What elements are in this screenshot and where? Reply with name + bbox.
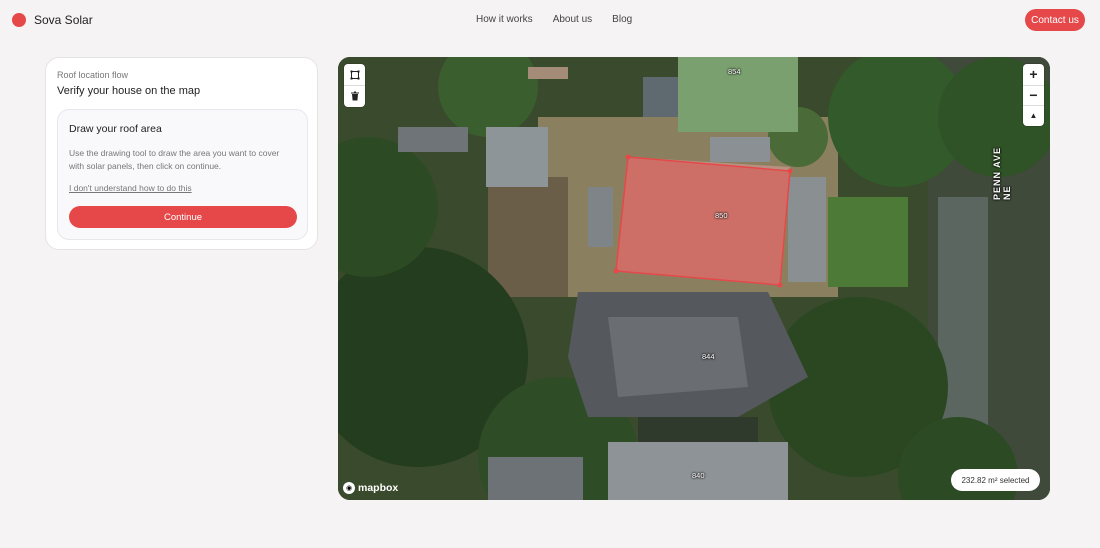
- street-label: PENN AVE NE: [992, 146, 1012, 200]
- instruction-card: Draw your roof area Use the drawing tool…: [57, 109, 308, 240]
- zoom-out-button[interactable]: −: [1023, 84, 1044, 106]
- nav-blog[interactable]: Blog: [612, 14, 632, 25]
- selected-area-badge: 232.82 m² selected: [951, 469, 1040, 491]
- nav-about-us[interactable]: About us: [553, 14, 592, 25]
- card-description: Use the drawing tool to draw the area yo…: [69, 148, 280, 171]
- compass-icon[interactable]: ▲: [1023, 105, 1044, 126]
- flow-label: Roof location flow: [57, 70, 129, 80]
- roof-location-panel: Roof location flow Verify your house on …: [45, 57, 318, 250]
- continue-button[interactable]: Continue: [69, 206, 297, 228]
- brand-name: Sova Solar: [34, 13, 93, 27]
- draw-polygon-icon[interactable]: [344, 64, 365, 85]
- zoom-controls: + − ▲: [1023, 64, 1044, 126]
- house-number-label: 844: [702, 352, 715, 361]
- contact-button[interactable]: Contact us: [1025, 9, 1085, 31]
- house-number-label: 840: [692, 471, 705, 480]
- zoom-in-button[interactable]: +: [1023, 64, 1044, 85]
- house-number-label: 850: [715, 211, 728, 220]
- card-title: Draw your roof area: [69, 123, 162, 135]
- brand-logo[interactable]: Sova Solar: [12, 13, 93, 27]
- main-nav: How it works About us Blog: [476, 14, 632, 25]
- satellite-imagery: [338, 57, 1050, 500]
- help-link[interactable]: I don't understand how to do this: [69, 183, 192, 193]
- top-navbar: Sova Solar How it works About us Blog Co…: [0, 0, 1100, 40]
- nav-how-it-works[interactable]: How it works: [476, 14, 533, 25]
- trash-icon[interactable]: [344, 85, 365, 106]
- mapbox-attribution[interactable]: ◉ mapbox: [343, 482, 398, 494]
- brand-dot-icon: [12, 13, 26, 27]
- mapbox-wordmark: mapbox: [358, 482, 399, 494]
- drawing-toolbar: [344, 64, 365, 107]
- page-title: Verify your house on the map: [57, 85, 201, 97]
- house-number-label: 854: [728, 67, 741, 76]
- mapbox-logo-icon: ◉: [343, 482, 355, 494]
- satellite-map[interactable]: 854 850 844 840 PENN AVE NE + − ▲ ◉ mapb…: [338, 57, 1050, 500]
